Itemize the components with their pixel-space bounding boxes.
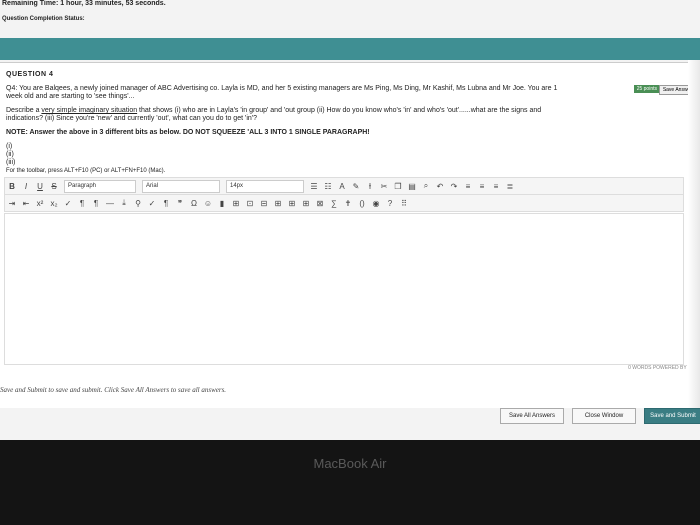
strikethrough-icon[interactable]: S bbox=[47, 182, 61, 191]
editor-toolbar-row-2: ⇥ ⇤ x² x₂ ✓ ¶ ¶ — ⤓ ⚲ ✓ ¶ ❞ Ω ☺ ▮ ⊞ ⊡ ⊟ … bbox=[4, 194, 684, 212]
question-note: NOTE: Answer the above in 3 different bi… bbox=[6, 129, 370, 136]
laptop-bezel bbox=[0, 440, 700, 525]
bookmark-icon[interactable]: ▮ bbox=[215, 199, 229, 208]
superscript-icon[interactable]: x² bbox=[33, 199, 47, 208]
table-row-icon[interactable]: ⊟ bbox=[257, 199, 271, 208]
insert-check-icon[interactable]: ✓ bbox=[145, 199, 159, 208]
math-icon[interactable]: ∑ bbox=[327, 199, 341, 208]
rtl-icon[interactable]: ¶ bbox=[89, 199, 103, 208]
more-icon[interactable]: ⠿ bbox=[397, 199, 411, 208]
font-size-select[interactable]: 14px bbox=[226, 179, 304, 193]
answer-editor[interactable] bbox=[4, 213, 684, 365]
pilcrow-icon[interactable]: ¶ bbox=[159, 199, 173, 208]
table-split-icon[interactable]: ⊞ bbox=[299, 199, 313, 208]
save-all-answers-button[interactable]: Save All Answers bbox=[500, 408, 564, 424]
emoji-icon[interactable]: ☺ bbox=[201, 199, 215, 208]
simple-situation-underlined: very simple imaginary situation bbox=[41, 107, 138, 114]
highlight-icon[interactable]: ✎ bbox=[349, 182, 363, 191]
toolbar-hint: For the toolbar, press ALT+F10 (PC) or A… bbox=[6, 168, 166, 174]
save-and-submit-button[interactable]: Save and Submit bbox=[644, 408, 700, 424]
align-left-icon[interactable]: ≡ bbox=[461, 182, 475, 191]
align-justify-icon[interactable]: ≣ bbox=[503, 182, 517, 191]
question-line-4: indications? (iii) Since you're 'new' an… bbox=[6, 115, 257, 122]
points-badge: 25 points bbox=[633, 85, 660, 93]
align-center-icon[interactable]: ≡ bbox=[475, 182, 489, 191]
accessibility-icon[interactable]: ✝ bbox=[341, 199, 355, 208]
remaining-time: Remaining Time: 1 hour, 33 minutes, 53 s… bbox=[2, 0, 166, 7]
horizontal-line-icon[interactable]: — bbox=[103, 199, 117, 208]
font-select[interactable]: Arial bbox=[142, 179, 220, 193]
word-count: 0 WORDS POWERED BY TIN bbox=[628, 365, 696, 371]
scroll-gutter bbox=[688, 60, 700, 410]
question-panel: QUESTION 4 25 points Save Answer Q4: You… bbox=[0, 62, 700, 408]
find-icon[interactable]: ⌕ bbox=[419, 181, 433, 191]
item-iii: (iii) bbox=[6, 159, 16, 166]
bold-icon[interactable]: B bbox=[5, 182, 19, 191]
align-right-icon[interactable]: ≡ bbox=[489, 182, 503, 191]
device-label: MacBook Air bbox=[313, 456, 387, 471]
spellcheck-icon[interactable]: ✓ bbox=[61, 199, 75, 208]
paste-icon[interactable]: ▤ bbox=[405, 182, 419, 191]
question-line-3: Describe a very simple imaginary situati… bbox=[6, 107, 541, 115]
italic-icon[interactable]: I bbox=[19, 182, 33, 191]
ltr-icon[interactable]: ¶ bbox=[75, 199, 89, 208]
status-bar bbox=[0, 38, 700, 60]
insert-link-icon[interactable]: ⚲ bbox=[131, 199, 145, 208]
bullet-list-icon[interactable]: ☰ bbox=[307, 182, 321, 191]
cut-icon[interactable]: ✂ bbox=[377, 182, 391, 191]
underline-icon[interactable]: U bbox=[33, 182, 47, 191]
numbered-list-icon[interactable]: ☷ bbox=[321, 182, 335, 191]
question-line-2: week old and are starting to 'see things… bbox=[6, 93, 135, 100]
paragraph-select[interactable]: Paragraph bbox=[64, 179, 136, 193]
insert-file-icon[interactable]: ⤓ bbox=[117, 198, 131, 208]
footer-instruction: Save and Submit to save and submit. Clic… bbox=[0, 386, 227, 394]
table-delete-icon[interactable]: ⊠ bbox=[313, 199, 327, 208]
item-i: (i) bbox=[6, 143, 13, 150]
undo-icon[interactable]: ↶ bbox=[433, 182, 447, 191]
describe-suffix: that shows (i) who are in Layla's 'in gr… bbox=[137, 107, 542, 114]
table-props-icon[interactable]: ⊡ bbox=[243, 199, 257, 208]
preview-icon[interactable]: ◉ bbox=[369, 199, 383, 208]
help-icon[interactable]: ? bbox=[383, 199, 397, 208]
clear-format-icon[interactable]: Ɨ bbox=[363, 182, 377, 191]
redo-icon[interactable]: ↷ bbox=[447, 182, 461, 191]
table-merge-icon[interactable]: ⊞ bbox=[285, 199, 299, 208]
completion-status: Question Completion Status: bbox=[2, 16, 85, 22]
describe-prefix: Describe a bbox=[6, 107, 42, 114]
blockquote-icon[interactable]: ❞ bbox=[173, 199, 187, 208]
copy-icon[interactable]: ❐ bbox=[391, 182, 405, 191]
indent-icon[interactable]: ⇥ bbox=[5, 199, 19, 208]
question-line-1: Q4: You are Balqees, a newly joined mana… bbox=[6, 85, 558, 92]
subscript-icon[interactable]: x₂ bbox=[47, 199, 61, 208]
special-char-icon[interactable]: Ω bbox=[187, 199, 201, 208]
table-col-icon[interactable]: ⊞ bbox=[271, 199, 285, 208]
editor-toolbar-row-1: B I U S Paragraph Arial 14px ☰ ☷ A ✎ Ɨ ✂… bbox=[4, 177, 684, 195]
question-heading: QUESTION 4 bbox=[6, 71, 54, 78]
text-color-icon[interactable]: A bbox=[335, 182, 349, 191]
source-code-icon[interactable]: () bbox=[355, 199, 369, 208]
item-ii: (ii) bbox=[6, 151, 14, 158]
screen: Remaining Time: 1 hour, 33 minutes, 53 s… bbox=[0, 0, 700, 480]
table-icon[interactable]: ⊞ bbox=[229, 199, 243, 208]
outdent-icon[interactable]: ⇤ bbox=[19, 199, 33, 208]
close-window-button[interactable]: Close Window bbox=[572, 408, 636, 424]
